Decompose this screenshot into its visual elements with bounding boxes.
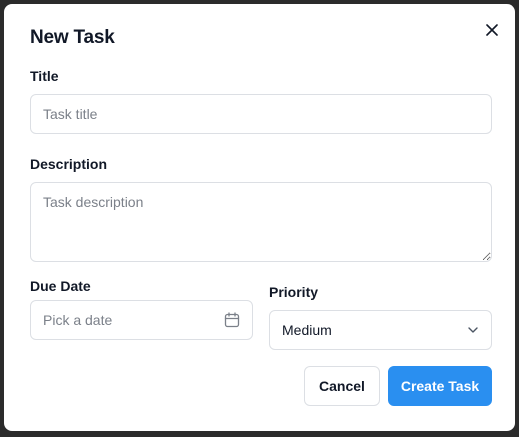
dialog-title: New Task xyxy=(30,27,115,48)
calendar-icon xyxy=(224,312,240,328)
priority-value: Medium xyxy=(282,322,332,338)
create-task-button[interactable]: Create Task xyxy=(388,366,492,406)
close-icon xyxy=(486,24,498,36)
due-date-picker[interactable]: Pick a date xyxy=(30,300,253,340)
title-input[interactable] xyxy=(30,94,492,134)
new-task-dialog: New Task Title Description Due Date Pick… xyxy=(4,4,515,431)
description-label: Description xyxy=(30,156,108,172)
cancel-button[interactable]: Cancel xyxy=(304,366,380,406)
description-input[interactable] xyxy=(30,182,492,262)
due-date-placeholder: Pick a date xyxy=(43,312,113,328)
close-button[interactable] xyxy=(482,20,502,40)
title-label: Title xyxy=(30,68,59,84)
priority-label: Priority xyxy=(269,284,319,300)
due-date-label: Due Date xyxy=(30,278,91,294)
chevron-down-icon xyxy=(468,327,478,333)
priority-select[interactable]: Medium xyxy=(269,310,492,350)
